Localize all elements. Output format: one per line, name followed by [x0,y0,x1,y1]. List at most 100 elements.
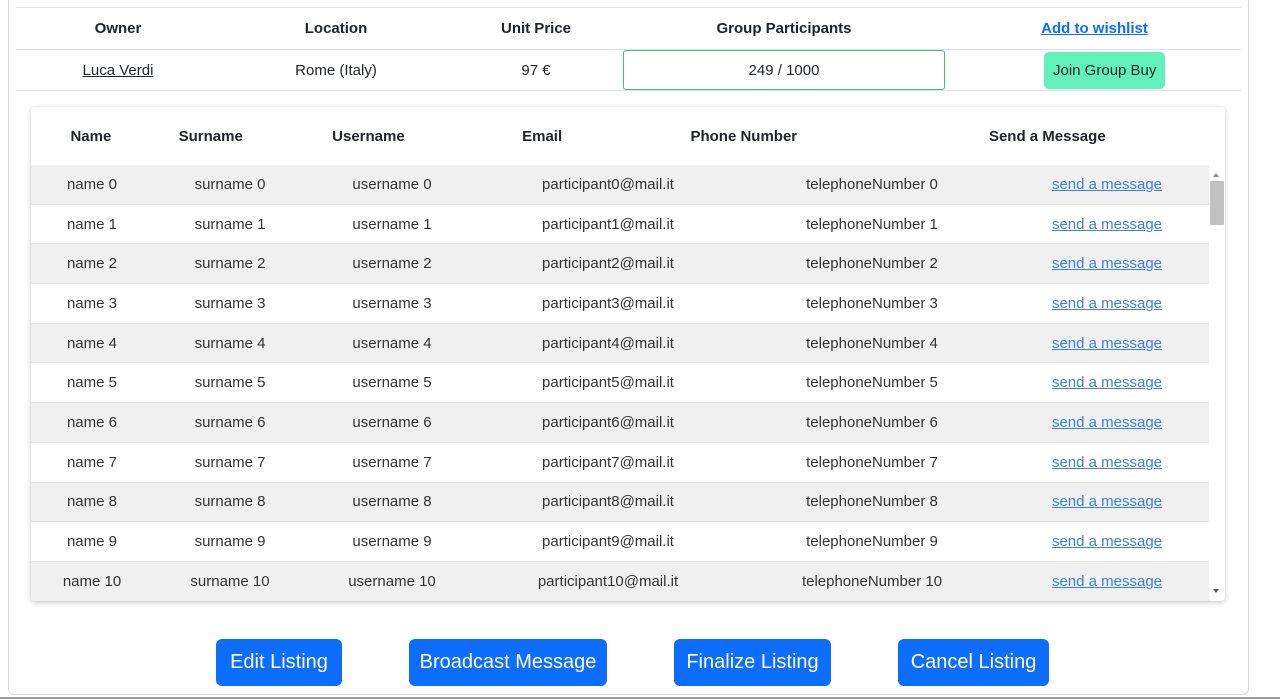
participant-email: participant10@mail.it [537,572,679,590]
participant-surname: surname 6 [194,413,266,431]
send-message-link[interactable]: send a message [1052,374,1162,391]
edit-listing-button[interactable]: Edit Listing [216,639,342,686]
participant-name-cell: name 9 [31,533,153,550]
participant-name-cell: name 3 [31,295,153,312]
participant-name: name 10 [62,572,122,590]
scrollbar-thumb[interactable] [1210,181,1224,225]
send-message-link-cell: send a message [1005,414,1209,431]
send-message-link-cell: send a message [1005,533,1209,550]
location-header: Location [304,20,368,37]
participant-username-cell: username 0 [307,176,477,193]
participant-email-cell: participant6@mail.it [477,414,739,431]
participant-phone-cell: telephoneNumber 9 [739,533,1005,550]
participant-email: participant0@mail.it [542,175,674,193]
participant-phone-cell: telephoneNumber 0 [739,176,1005,193]
add-to-wishlist-link[interactable]: Add to wishlist [1041,20,1148,37]
participant-name-cell: name 8 [31,493,153,510]
participant-username-cell: username 8 [307,493,477,510]
participant-phone-cell: telephoneNumber 4 [739,335,1005,352]
participant-username-cell: username 4 [307,335,477,352]
participant-email-cell: participant10@mail.it [477,573,739,590]
participant-email-cell: participant0@mail.it [477,176,739,193]
participant-surname-cell: surname 1 [153,216,307,233]
broadcast-message-button[interactable]: Broadcast Message [409,639,607,686]
participant-email-cell: participant8@mail.it [477,493,739,510]
phone-number-header: Phone Number [690,127,798,145]
participant-surname: surname 1 [194,215,266,233]
participant-phone-cell: telephoneNumber 3 [739,295,1005,312]
participant-username: username 8 [352,493,432,511]
participant-phone-cell: telephoneNumber 5 [739,374,1005,391]
participant-surname-cell: surname 0 [153,176,307,193]
send-message-link-cell: send a message [1005,176,1209,193]
participant-name-cell: name 6 [31,414,153,431]
name-header: Name [70,127,112,145]
participant-surname-cell: surname 2 [153,255,307,272]
send-message-link-cell: send a message [1005,295,1209,312]
send-message-link[interactable]: send a message [1052,216,1162,233]
participant-surname-cell: surname 3 [153,295,307,312]
participant-phone-cell: telephoneNumber 7 [739,454,1005,471]
scroll-up-arrow-icon[interactable] [1213,173,1219,177]
participant-surname: surname 8 [194,493,266,511]
participant-surname: surname 4 [194,334,266,352]
participant-phone: telephoneNumber 0 [806,175,938,193]
table-row: name 4 surname 4 username 4 participant4@ma… [31,323,1209,364]
unit-price-header: Unit Price [500,20,572,37]
participant-username: username 5 [352,374,432,392]
send-message-link[interactable]: send a message [1052,454,1162,471]
participants-table-body[interactable]: name 0 surname 0 username 0 participant0@ma… [31,165,1209,601]
join-group-buy-button[interactable]: Join Group Buy [1044,51,1166,89]
participant-name: name 5 [66,374,118,392]
surname-header: Surname [178,127,243,145]
participant-name-cell: name 4 [31,335,153,352]
participant-email: participant6@mail.it [542,413,674,431]
send-message-link-cell: send a message [1005,493,1209,510]
username-header: Username [332,127,405,145]
participant-name-cell: name 2 [31,255,153,272]
send-message-link[interactable]: send a message [1052,573,1162,590]
participant-surname: surname 7 [194,453,266,471]
participant-username-cell: username 1 [307,216,477,233]
participant-phone-cell: telephoneNumber 10 [739,573,1005,590]
send-message-link-cell: send a message [1005,335,1209,352]
participant-email-cell: participant1@mail.it [477,216,739,233]
send-message-link[interactable]: send a message [1052,414,1162,431]
participant-username: username 2 [352,255,432,273]
participants-count: 249 / 1000 [623,50,945,90]
participants-table-card: Name Surname Username Email Phone Number… [31,107,1225,601]
table-scrollbar[interactable] [1209,165,1225,601]
participant-phone: telephoneNumber 8 [806,493,938,511]
finalize-listing-button[interactable]: Finalize Listing [674,639,831,686]
cancel-listing-button[interactable]: Cancel Listing [898,639,1049,686]
table-row: name 7 surname 7 username 7 participant7@ma… [31,442,1209,483]
scroll-down-arrow-icon[interactable] [1213,589,1219,593]
participant-username-cell: username 5 [307,374,477,391]
send-message-link[interactable]: send a message [1052,295,1162,312]
participant-username-cell: username 6 [307,414,477,431]
participant-name-cell: name 1 [31,216,153,233]
send-message-link[interactable]: send a message [1052,335,1162,352]
participant-email-cell: participant3@mail.it [477,295,739,312]
participant-phone-cell: telephoneNumber 2 [739,255,1005,272]
participant-phone: telephoneNumber 2 [806,255,938,273]
participant-name-cell: name 5 [31,374,153,391]
table-row: name 0 surname 0 username 0 participant0@ma… [31,165,1209,205]
participant-phone-cell: telephoneNumber 8 [739,493,1005,510]
participant-surname-cell: surname 10 [153,573,307,590]
table-row: name 8 surname 8 username 8 participant8@ma… [31,482,1209,523]
participant-phone-cell: telephoneNumber 6 [739,414,1005,431]
participant-phone: telephoneNumber 5 [806,374,938,392]
participant-surname: surname 2 [194,255,266,273]
owner-link[interactable]: Luca Verdi [83,62,154,79]
participant-username: username 6 [352,413,432,431]
send-message-link[interactable]: send a message [1052,255,1162,272]
table-row: name 10 surname 10 username 10 participant1… [31,561,1209,601]
send-message-link[interactable]: send a message [1052,176,1162,193]
send-message-link[interactable]: send a message [1052,493,1162,510]
send-message-link[interactable]: send a message [1052,533,1162,550]
participant-phone: telephoneNumber 1 [806,215,938,233]
participant-surname-cell: surname 7 [153,454,307,471]
participant-email-cell: participant4@mail.it [477,335,739,352]
participant-surname-cell: surname 5 [153,374,307,391]
